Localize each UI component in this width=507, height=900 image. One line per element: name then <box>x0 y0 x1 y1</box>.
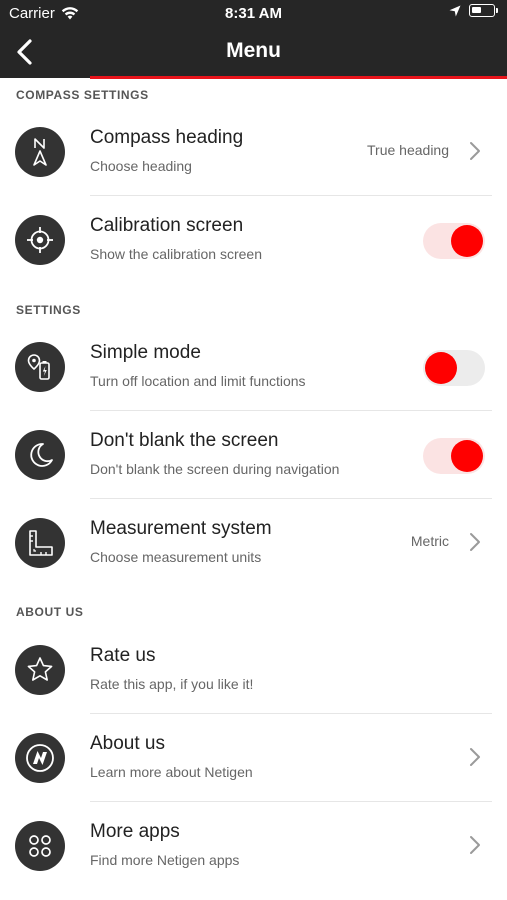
crosshair-icon <box>15 215 65 265</box>
row-rate-us[interactable]: Rate us Rate this app, if you like it! <box>0 626 507 714</box>
row-subtitle: Turn off location and limit functions <box>90 373 306 389</box>
row-subtitle: Rate this app, if you like it! <box>90 676 254 692</box>
simple-mode-toggle[interactable] <box>423 350 485 386</box>
star-icon <box>15 645 65 695</box>
location-battery-icon <box>15 342 65 392</box>
row-measurement-system[interactable]: Measurement system Choose measurement un… <box>0 499 507 587</box>
status-right <box>449 4 498 17</box>
chevron-right-icon <box>470 748 480 766</box>
toggle-knob <box>451 225 483 257</box>
row-title: Rate us <box>90 645 156 666</box>
nav-accent-underline <box>90 76 507 79</box>
location-arrow-icon <box>449 5 461 16</box>
toggle-knob <box>451 440 483 472</box>
row-subtitle: Don't blank the screen during navigation <box>90 461 340 477</box>
row-subtitle: Show the calibration screen <box>90 246 262 262</box>
row-subtitle: Learn more about Netigen <box>90 764 253 780</box>
row-dont-blank-screen: Don't blank the screen Don't blank the s… <box>0 411 507 499</box>
row-title: Calibration screen <box>90 215 244 236</box>
row-title: Measurement system <box>90 518 272 539</box>
row-subtitle: Choose measurement units <box>90 549 262 565</box>
status-time: 8:31 AM <box>225 5 282 22</box>
row-title: Simple mode <box>90 342 201 363</box>
compass-north-icon <box>15 127 65 177</box>
section-header-about: ABOUT US <box>16 605 84 619</box>
dont-blank-toggle[interactable] <box>423 438 485 474</box>
row-subtitle: Choose heading <box>90 158 192 174</box>
row-calibration-screen: Calibration screen Show the calibration … <box>0 196 507 284</box>
row-simple-mode: Simple mode Turn off location and limit … <box>0 323 507 411</box>
battery-icon <box>469 4 498 17</box>
moon-icon <box>15 430 65 480</box>
ruler-icon <box>15 518 65 568</box>
row-compass-heading[interactable]: Compass heading Choose heading True head… <box>0 108 507 196</box>
toggle-knob <box>425 352 457 384</box>
row-value: True heading <box>367 142 449 158</box>
row-value: Metric <box>410 533 449 549</box>
chevron-right-icon <box>470 142 480 160</box>
nav-bar: Menu <box>0 26 507 78</box>
section-header-compass: COMPASS SETTINGS <box>16 88 149 102</box>
apps-grid-icon <box>15 821 65 871</box>
netigen-logo-icon <box>15 733 65 783</box>
section-header-settings: SETTINGS <box>16 303 81 317</box>
row-title: Don't blank the screen <box>90 430 279 451</box>
chevron-right-icon <box>470 836 480 854</box>
row-more-apps[interactable]: More apps Find more Netigen apps <box>0 802 507 890</box>
calibration-toggle[interactable] <box>423 223 485 259</box>
row-title: About us <box>90 733 165 754</box>
chevron-right-icon <box>470 533 480 551</box>
row-subtitle: Find more Netigen apps <box>90 852 240 868</box>
row-title: More apps <box>90 821 180 842</box>
status-bar: Carrier 8:31 AM <box>0 0 507 26</box>
row-about-us[interactable]: About us Learn more about Netigen <box>0 714 507 802</box>
row-title: Compass heading <box>90 127 244 148</box>
page-title: Menu <box>226 39 281 62</box>
